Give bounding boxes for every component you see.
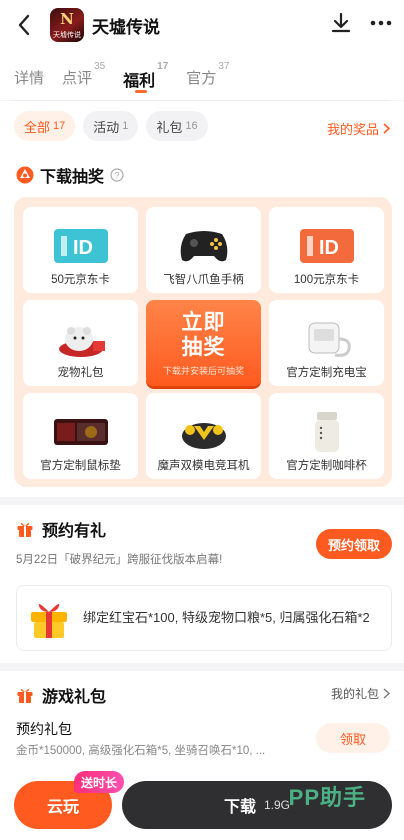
app-icon: N 天墟传说 <box>50 8 84 42</box>
jd-card-icon: ID <box>297 225 357 267</box>
my-gifts-label: 我的礼包 <box>330 687 379 701</box>
chevron-left-icon <box>18 14 30 36</box>
top-bar: N 天墟传说 天墟传说 <box>0 0 404 50</box>
tab-details[interactable]: 详情 <box>14 55 44 95</box>
cloud-play-badge: 送时长 <box>74 771 125 793</box>
svg-text:ID: ID <box>319 237 339 259</box>
tab-count: 35 <box>94 61 106 72</box>
back-button[interactable] <box>4 0 44 50</box>
download-label: 下载 <box>223 799 256 816</box>
app-icon-caption: 天墟传说 <box>53 32 81 39</box>
filter-label: 礼包 <box>156 119 183 135</box>
svg-text:?: ? <box>115 171 120 181</box>
prize-label: 官方定制鼠标垫 <box>40 460 121 472</box>
prize-label: 飞智八爪鱼手柄 <box>163 274 244 286</box>
lottery-logo-icon <box>16 166 34 184</box>
filter-count: 17 <box>53 120 66 132</box>
reservation-subtitle: 5月22日「破界纪元」跨服征伐版本启幕! <box>16 554 223 566</box>
reservation-reward-text: 绑定红宝石*100, 特级宠物口粮*5, 归属强化石箱*2 <box>83 610 370 625</box>
pet-gift-icon <box>51 318 111 360</box>
tab-count: 17 <box>157 61 169 72</box>
tab-reviews[interactable]: 点评 35 <box>62 55 105 95</box>
chevron-right-icon <box>383 123 390 134</box>
app-icon-glyph: N <box>60 10 74 28</box>
prize-cell: 官方定制充电宝 <box>269 300 384 386</box>
filter-label: 全部 <box>24 119 51 135</box>
lottery-header: 下载抽奖 ? <box>16 163 124 187</box>
filter-gift[interactable]: 礼包 16 <box>146 111 208 141</box>
section-separator <box>0 663 404 671</box>
filter-activity[interactable]: 活动 1 <box>83 111 139 141</box>
download-size: 1.9G <box>264 798 291 812</box>
prize-label: 100元京东卡 <box>293 274 360 286</box>
prize-cell: ID 50元京东卡 <box>23 207 138 293</box>
reservation-header: 预约有礼 <box>16 517 106 541</box>
filter-all[interactable]: 全部 17 <box>14 111 76 141</box>
prize-cell: 官方定制鼠标垫 <box>23 393 138 479</box>
help-icon[interactable]: ? <box>110 168 124 182</box>
watermark: PP助手 <box>288 785 366 810</box>
power-bank-icon <box>297 318 357 360</box>
reservation-reward-card: 绑定红宝石*100, 特级宠物口粮*5, 归属强化石箱*2 <box>16 585 392 651</box>
reservation-title: 预约有礼 <box>42 523 107 540</box>
filter-label: 活动 <box>93 119 120 135</box>
filter-count: 16 <box>185 120 198 132</box>
my-prizes-label: 我的奖品 <box>326 122 379 137</box>
gift-icon <box>17 522 33 537</box>
coffee-cup-icon <box>297 411 357 453</box>
gamepad-icon <box>174 225 234 267</box>
svg-text:ID: ID <box>73 237 93 259</box>
lottery-panel: ID 50元京东卡 飞智八爪鱼手柄 ID 100元京东卡 宠物礼包 立即抽奖 下… <box>14 197 392 487</box>
tab-label: 点评 <box>62 70 93 87</box>
prize-label: 官方定制充电宝 <box>286 367 367 379</box>
prize-cell: 宠物礼包 <box>23 300 138 386</box>
prize-cell: ID 100元京东卡 <box>269 207 384 293</box>
tab-label: 官方 <box>186 70 217 87</box>
gift-box-icon <box>31 604 67 638</box>
prize-label: 50元京东卡 <box>51 274 110 286</box>
tab-bar: 详情 点评 35 福利 17 官方 37 <box>0 50 404 100</box>
download-icon[interactable] <box>330 12 352 39</box>
app-title: 天墟传说 <box>92 17 160 37</box>
game-gifts-title: 游戏礼包 <box>42 689 107 706</box>
filter-chips: 全部 17 活动 1 礼包 16 <box>14 111 208 141</box>
chevron-right-icon <box>383 688 390 699</box>
lottery-title: 下载抽奖 <box>40 169 105 186</box>
claim-button[interactable]: 领取 <box>316 723 390 753</box>
draw-button-label: 立即抽奖 <box>181 310 226 359</box>
draw-hint: 下载并安装后可抽奖 <box>162 365 244 376</box>
prize-label: 官方定制咖啡杯 <box>286 460 367 472</box>
tab-count: 37 <box>218 61 230 72</box>
my-prizes-link[interactable]: 我的奖品 <box>327 119 390 138</box>
reserve-claim-button[interactable]: 预约领取 <box>315 529 392 559</box>
benefits-content: 全部 17 活动 1 礼包 16 我的奖品 下载抽奖 ? ID 50元京东卡 飞… <box>0 101 404 840</box>
mouse-pad-icon <box>51 411 111 453</box>
my-gifts-link[interactable]: 我的礼包 <box>331 685 390 702</box>
earbuds-icon <box>174 411 234 453</box>
gift-icon <box>17 688 33 703</box>
gift-name: 预约礼包 <box>16 721 72 737</box>
prize-cell: 官方定制咖啡杯 <box>269 393 384 479</box>
tab-benefits[interactable]: 福利 17 <box>123 55 168 95</box>
tab-label: 详情 <box>14 70 45 87</box>
gift-description: 金币*150000, 高级强化石箱*5, 坐骑召唤石*10, ... <box>16 745 266 757</box>
draw-button[interactable]: 立即抽奖 下载并安装后可抽奖 <box>146 300 261 386</box>
prize-label: 宠物礼包 <box>57 367 104 379</box>
tab-official[interactable]: 官方 37 <box>186 55 229 95</box>
prize-label: 魔声双模电竞耳机 <box>157 460 250 472</box>
more-icon[interactable] <box>370 12 392 39</box>
prize-cell: 飞智八爪鱼手柄 <box>146 207 261 293</box>
prize-cell: 魔声双模电竞耳机 <box>146 393 261 479</box>
section-separator <box>0 497 404 505</box>
game-gifts-header: 游戏礼包 <box>16 683 106 707</box>
tab-label: 福利 <box>123 73 156 90</box>
jd-card-icon: ID <box>51 225 111 267</box>
filter-count: 1 <box>122 120 129 132</box>
active-tab-indicator <box>135 90 148 93</box>
